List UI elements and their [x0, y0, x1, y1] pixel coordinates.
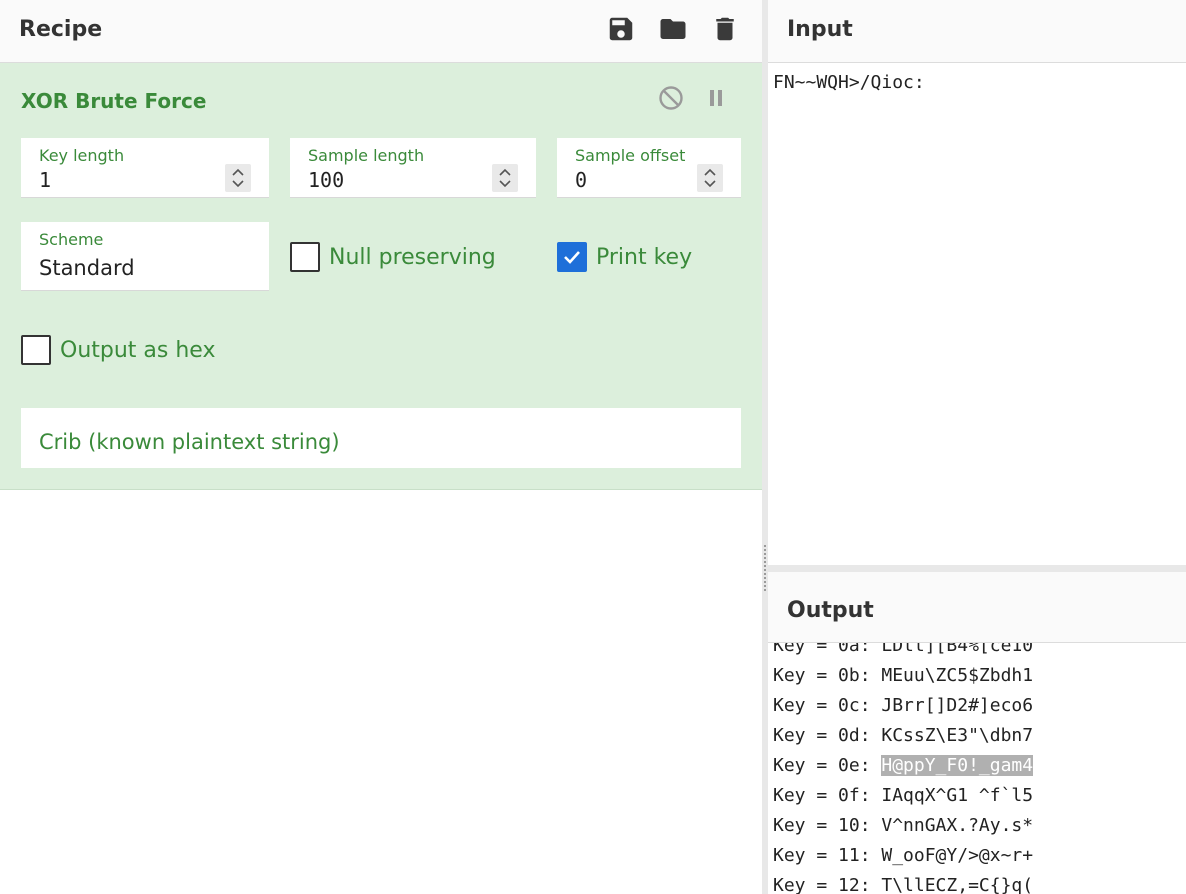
sample-length-stepper[interactable]	[492, 164, 518, 192]
pause-icon	[710, 90, 722, 106]
save-button[interactable]	[604, 12, 638, 46]
operation-title: XOR Brute Force	[21, 89, 207, 113]
output-line: Key = 10: V^nnGAX.?Ay.s*	[773, 815, 1034, 836]
output-line: Key = 0f: IAqqX^G1 ^f`l5	[773, 785, 1034, 806]
recipe-toolbar	[604, 12, 742, 46]
checkmark-icon	[564, 251, 580, 264]
output-line-highlighted: Key = 0e: H@ppY_F0!_gam4	[773, 755, 1034, 776]
sample-offset-field[interactable]: Sample offset 0	[557, 138, 741, 198]
stepper-arrows-icon	[499, 168, 511, 188]
output-line: Key = 12: T\llECZ,=C{}q(	[773, 875, 1034, 894]
trash-icon	[716, 17, 734, 41]
print-key-box[interactable]	[557, 242, 587, 272]
input-pane: Input FN~~WQH>/Qioc:	[768, 0, 1186, 565]
save-icon	[609, 17, 633, 41]
scheme-select[interactable]: Scheme Standard	[21, 222, 269, 291]
clear-recipe-button[interactable]	[708, 12, 742, 46]
disable-icon	[659, 86, 683, 110]
scheme-value: Standard	[39, 256, 135, 280]
output-as-hex-label: Output as hex	[60, 337, 216, 363]
breakpoint-button[interactable]	[702, 83, 732, 113]
disable-operation-button[interactable]	[656, 83, 686, 113]
print-key-label: Print key	[596, 244, 693, 270]
null-preserving-checkbox[interactable]: Null preserving	[290, 242, 496, 272]
output-title: Output	[787, 598, 874, 623]
output-line: Key = 0a: LDtt][B4%[ce10	[773, 643, 1034, 656]
sample-length-label: Sample length	[308, 146, 425, 165]
highlighted-text: H@ppY_F0!_gam4	[881, 755, 1034, 776]
key-length-value[interactable]: 1	[39, 168, 51, 192]
load-button[interactable]	[656, 12, 690, 46]
key-length-field[interactable]: Key length 1	[21, 138, 269, 198]
sample-length-field[interactable]: Sample length 100	[290, 138, 536, 198]
key-length-stepper[interactable]	[225, 164, 251, 192]
stepper-arrows-icon	[232, 168, 244, 188]
output-line: Key = 0b: MEuu\ZC5$Zbdh1	[773, 665, 1034, 686]
input-title: Input	[787, 17, 853, 42]
resize-grip-icon	[764, 545, 766, 591]
sample-length-value[interactable]: 100	[308, 168, 344, 192]
output-line: Key = 0c: JBrr[]D2#]eco6	[773, 695, 1034, 716]
output-as-hex-box[interactable]	[21, 335, 51, 365]
operation-xor-brute-force[interactable]: XOR Brute Force Key length 1 Sample leng…	[0, 63, 762, 490]
output-textarea[interactable]: Key = 0a: LDtt][B4%[ce10 Key = 0b: MEuu\…	[768, 643, 1186, 894]
crib-placeholder: Crib (known plaintext string)	[39, 430, 340, 454]
recipe-header: Recipe	[0, 0, 762, 63]
output-line: Key = 11: W_ooF@Y/>@x~r+	[773, 845, 1034, 866]
io-resize-handle[interactable]	[768, 565, 1186, 572]
null-preserving-label: Null preserving	[329, 244, 496, 270]
recipe-pane: Recipe XOR Brute Force Key length 1 Samp…	[0, 0, 762, 894]
sample-offset-label: Sample offset	[575, 146, 686, 165]
input-textarea[interactable]: FN~~WQH>/Qioc:	[773, 72, 925, 93]
output-line: Key = 0d: KCssZ\E3"\dbn7	[773, 725, 1034, 746]
folder-open-icon	[660, 19, 686, 39]
sample-offset-stepper[interactable]	[697, 164, 723, 192]
print-key-checkbox[interactable]: Print key	[557, 242, 692, 272]
output-pane: Output Key = 0a: LDtt][B4%[ce10 Key = 0b…	[768, 572, 1186, 894]
crib-input[interactable]: Crib (known plaintext string)	[21, 408, 741, 468]
output-header: Output	[768, 572, 1186, 643]
recipe-title: Recipe	[19, 17, 103, 42]
output-as-hex-checkbox[interactable]: Output as hex	[21, 335, 215, 365]
input-header: Input	[768, 0, 1186, 63]
sample-offset-value[interactable]: 0	[575, 168, 587, 192]
operation-controls	[656, 83, 732, 113]
key-length-label: Key length	[39, 146, 125, 165]
scheme-label: Scheme	[39, 230, 104, 249]
stepper-arrows-icon	[704, 168, 716, 188]
null-preserving-box[interactable]	[290, 242, 320, 272]
